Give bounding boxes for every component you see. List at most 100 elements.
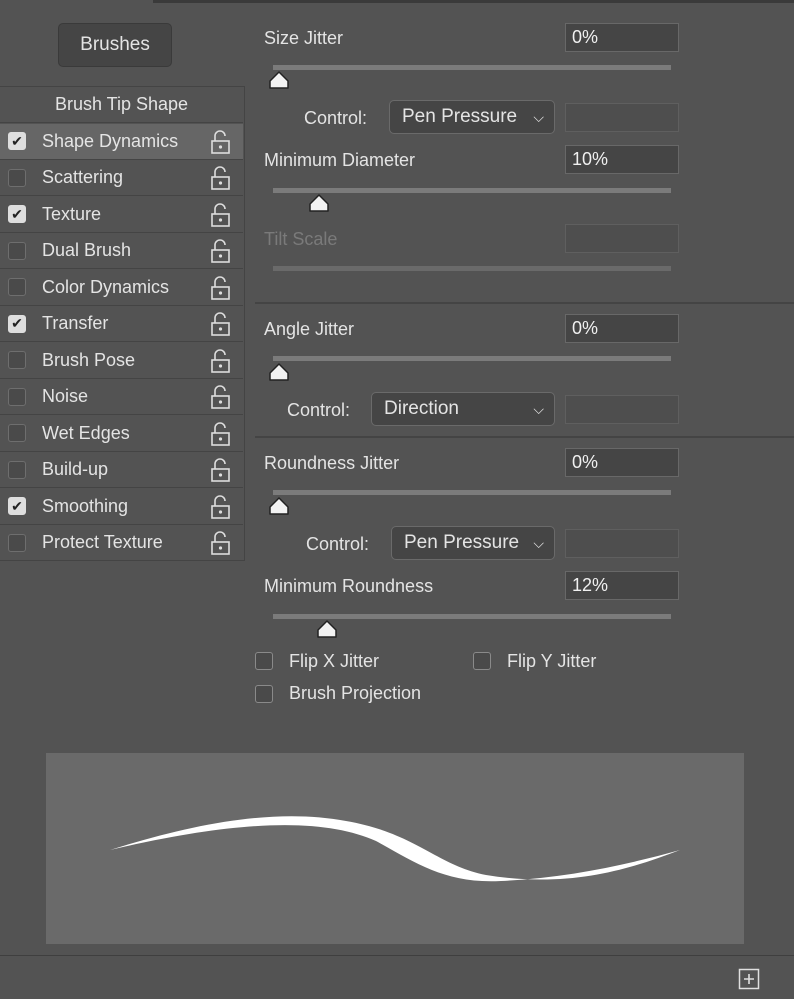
sidebar-item-dual-brush[interactable]: Dual Brush	[0, 233, 243, 269]
angle-jitter-slider[interactable]	[273, 356, 671, 361]
chevron-down-icon: ⌵	[533, 400, 544, 417]
checkbox[interactable]	[8, 241, 26, 260]
angle-jitter-label: Angle Jitter	[264, 319, 355, 339]
angle-jitter-input[interactable]: 0%	[565, 314, 679, 343]
sidebar-item-label: Noise	[42, 386, 89, 406]
checkbox[interactable]	[8, 424, 26, 442]
size-control-label: Control:	[304, 108, 368, 128]
minimum-roundness-thumb[interactable]	[316, 619, 338, 639]
sidebar-item-label: Shape Dynamics	[42, 130, 179, 151]
sidebar-item-label: Smoothing	[42, 495, 129, 516]
section-divider	[255, 436, 794, 438]
sidebar-item-noise[interactable]: Noise	[0, 379, 243, 415]
minimum-diameter-slider[interactable]	[273, 188, 671, 193]
checkbox[interactable]: ✔	[8, 132, 26, 150]
sidebar-item-build-up[interactable]: Build-up	[0, 452, 243, 488]
brushes-button[interactable]: Brushes	[58, 23, 172, 67]
select-value: Pen Pressure	[404, 532, 520, 553]
checkbox[interactable]	[8, 533, 26, 552]
angle-control-extra-input	[565, 395, 679, 424]
lock-icon[interactable]	[210, 421, 232, 446]
sidebar-item-label: Protect Texture	[42, 532, 163, 552]
brush-stroke-preview	[46, 753, 744, 944]
tilt-scale-input	[565, 224, 679, 253]
minimum-diameter-thumb[interactable]	[308, 193, 330, 213]
flip-x-jitter-checkbox[interactable]	[255, 652, 273, 670]
sidebar-item-smoothing[interactable]: ✔ Smoothing	[0, 489, 243, 525]
flip-y-jitter-checkbox[interactable]	[473, 652, 491, 670]
size-control-select[interactable]: Pen Pressure ⌵	[389, 100, 555, 134]
roundness-control-label: Control:	[306, 534, 370, 554]
sidebar-item-label: Brush Tip Shape	[54, 94, 189, 114]
checkbox[interactable]	[8, 460, 26, 479]
roundness-control-select[interactable]: Pen Pressure ⌵	[391, 526, 555, 560]
sidebar-item-label: Build-up	[42, 459, 109, 479]
brush-projection-label: Brush Projection	[289, 683, 422, 703]
checkbox[interactable]: ✔	[8, 314, 26, 333]
roundness-control-extra-input	[565, 529, 679, 558]
section-divider	[255, 302, 794, 304]
minimum-roundness-input[interactable]: 12%	[565, 571, 679, 600]
sidebar-item-label: Color Dynamics	[42, 276, 170, 297]
lock-icon[interactable]	[210, 348, 232, 373]
lock-icon[interactable]	[210, 531, 232, 555]
lock-icon[interactable]	[210, 166, 232, 190]
checkbox[interactable]	[8, 278, 26, 296]
sidebar-item-protect-texture[interactable]: Protect Texture	[0, 525, 243, 561]
size-jitter-label: Size Jitter	[264, 28, 344, 48]
stroke-preview-image	[110, 816, 680, 882]
size-jitter-slider[interactable]	[273, 65, 671, 70]
angle-control-select[interactable]: Direction ⌵	[371, 392, 555, 426]
lock-icon[interactable]	[210, 385, 232, 409]
checkbox[interactable]: ✔	[8, 497, 26, 515]
sidebar-item-label: Texture	[42, 203, 102, 224]
flip-y-jitter-label: Flip Y Jitter	[507, 651, 597, 671]
roundness-jitter-slider[interactable]	[273, 490, 671, 495]
flip-x-jitter-label: Flip X Jitter	[289, 651, 380, 671]
sidebar-item-color-dynamics[interactable]: Color Dynamics	[0, 270, 243, 306]
sidebar-item-wet-edges[interactable]: Wet Edges	[0, 416, 243, 452]
sidebar-item-label: Brush Pose	[42, 349, 136, 370]
lock-icon[interactable]	[210, 129, 232, 154]
sidebar-item-transfer[interactable]: ✔ Transfer	[0, 306, 243, 342]
checkbox[interactable]: ✔	[8, 205, 26, 223]
lock-icon[interactable]	[210, 312, 232, 336]
roundness-jitter-thumb[interactable]	[268, 496, 290, 516]
checkbox[interactable]	[8, 387, 26, 406]
sidebar-item-texture[interactable]: ✔ Texture	[0, 197, 243, 233]
angle-control-label: Control:	[287, 400, 351, 420]
new-brush-icon[interactable]	[738, 968, 760, 990]
checkbox[interactable]	[8, 168, 26, 187]
roundness-jitter-input[interactable]: 0%	[565, 448, 679, 477]
tilt-scale-slider	[273, 266, 671, 271]
sidebar-item-label: Transfer	[42, 313, 109, 333]
top-border	[153, 0, 794, 3]
lock-icon[interactable]	[210, 239, 232, 263]
minimum-diameter-label: Minimum Diameter	[264, 150, 416, 170]
angle-jitter-thumb[interactable]	[268, 362, 290, 382]
sidebar-item-brush-tip-shape[interactable]: Brush Tip Shape	[0, 87, 243, 123]
footer-divider	[0, 955, 794, 956]
minimum-roundness-label: Minimum Roundness	[264, 576, 434, 596]
minimum-diameter-input[interactable]: 10%	[565, 145, 679, 174]
brush-projection-checkbox[interactable]	[255, 685, 273, 703]
size-jitter-thumb[interactable]	[268, 70, 290, 90]
lock-icon[interactable]	[210, 494, 232, 519]
size-control-extra-input	[565, 103, 679, 132]
lock-icon[interactable]	[210, 202, 232, 227]
chevron-down-icon: ⌵	[533, 108, 544, 125]
checkbox[interactable]	[8, 351, 26, 369]
lock-icon[interactable]	[210, 458, 232, 482]
sidebar-item-label: Scattering	[42, 167, 124, 187]
sidebar-item-label: Dual Brush	[42, 240, 132, 260]
select-value: Pen Pressure	[402, 106, 518, 127]
sidebar-item-brush-pose[interactable]: Brush Pose	[0, 343, 243, 379]
select-value: Direction	[384, 398, 459, 419]
chevron-down-icon: ⌵	[533, 534, 544, 551]
tilt-scale-label: Tilt Scale	[264, 229, 338, 249]
lock-icon[interactable]	[210, 275, 232, 300]
sidebar-item-shape-dynamics[interactable]: ✔ Shape Dynamics	[0, 123, 243, 160]
sidebar-item-label: Wet Edges	[42, 422, 130, 443]
sidebar-item-scattering[interactable]: Scattering	[0, 160, 243, 196]
size-jitter-input[interactable]: 0%	[565, 23, 679, 52]
